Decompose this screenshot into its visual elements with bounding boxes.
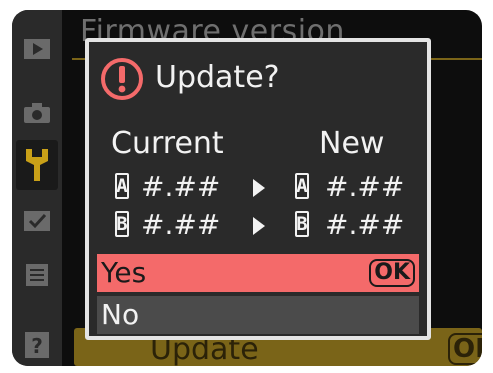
slot-b-badge-new: B <box>295 211 309 237</box>
arrow-right-icon <box>253 179 265 197</box>
alert-icon <box>101 58 143 100</box>
no-option[interactable]: No <box>97 296 419 334</box>
version-row-b: B #.## B #.## <box>89 208 427 242</box>
slot-b-badge: B <box>115 211 129 237</box>
ok-badge: OK <box>369 259 415 287</box>
version-row-a: A #.## A #.## <box>89 170 427 204</box>
help-icon[interactable]: ? <box>20 330 54 360</box>
yes-label: Yes <box>101 256 147 289</box>
background-ok-badge: OK <box>448 333 482 365</box>
new-version-b: #.## <box>325 208 405 241</box>
yes-option[interactable]: Yes OK <box>97 254 419 292</box>
sidebar: ? <box>12 10 62 366</box>
camera-icon[interactable] <box>20 98 54 128</box>
current-header: Current <box>111 126 224 161</box>
dialog-title: Update? <box>155 60 280 95</box>
update-dialog: Update? Current New A #.## A #.## B #.##… <box>85 38 431 340</box>
my-menu-icon[interactable] <box>20 260 54 290</box>
current-version-b: #.## <box>141 208 221 241</box>
playback-icon[interactable] <box>20 34 54 64</box>
no-label: No <box>101 298 140 331</box>
retouch-icon[interactable] <box>20 206 54 236</box>
slot-a-badge: A <box>115 173 129 199</box>
new-header: New <box>319 126 385 161</box>
current-version-a: #.## <box>141 170 221 203</box>
slot-a-badge-new: A <box>295 173 309 199</box>
arrow-right-icon <box>253 217 265 235</box>
wrench-icon[interactable] <box>16 140 58 190</box>
help-icon-label: ? <box>31 334 43 358</box>
new-version-a: #.## <box>325 170 405 203</box>
